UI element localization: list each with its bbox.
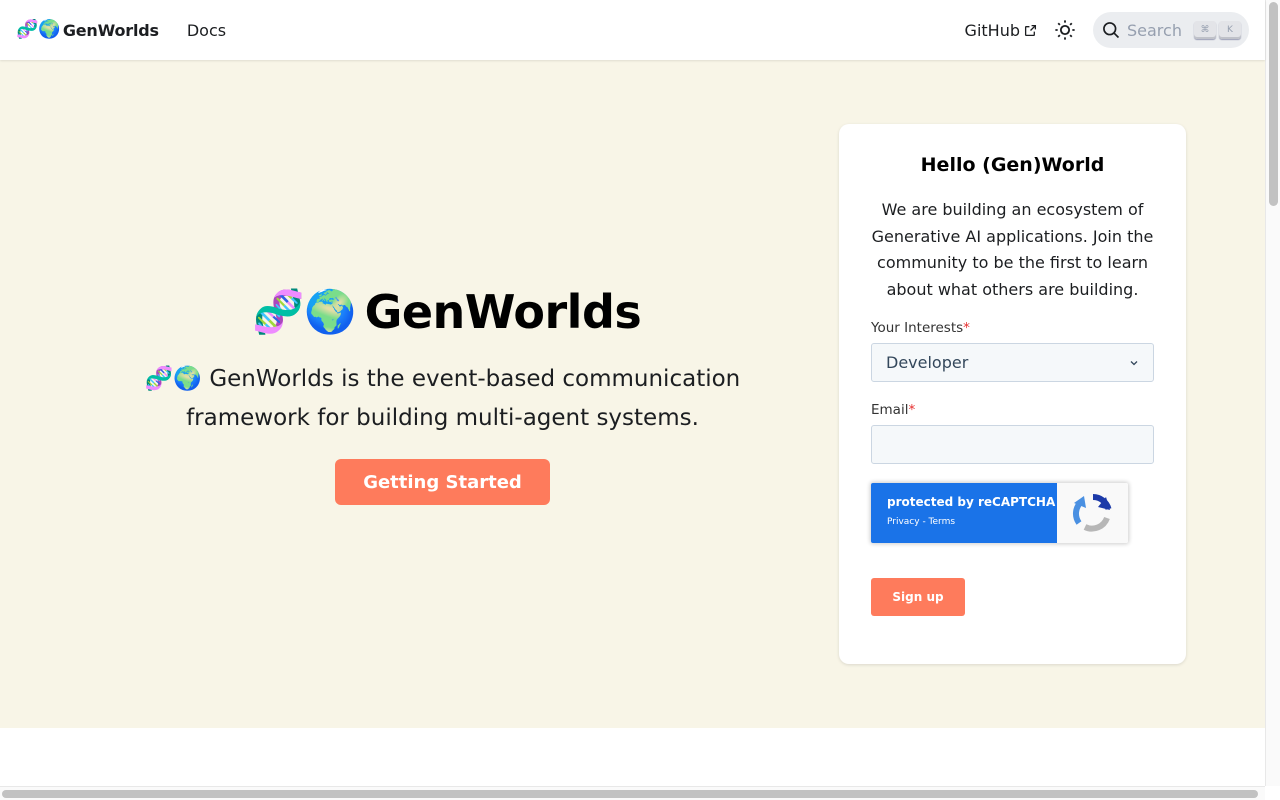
- horizontal-scrollbar-thumb[interactable]: [2, 790, 1258, 798]
- hero-title-text: GenWorlds: [364, 285, 642, 339]
- nav-docs-link[interactable]: Docs: [187, 21, 226, 40]
- kbd-command: ⌘: [1194, 21, 1216, 39]
- vertical-scrollbar[interactable]: [1265, 0, 1280, 786]
- github-label: GitHub: [964, 20, 1020, 40]
- navbar: 🧬🌍 GenWorlds Docs GitHub Search ⌘ K: [0, 0, 1265, 60]
- kbd-k: K: [1219, 21, 1241, 39]
- interests-select[interactable]: Developer: [871, 343, 1154, 382]
- nav-github-link[interactable]: GitHub: [965, 21, 1037, 40]
- signup-card: Hello (Gen)World We are building an ecos…: [839, 124, 1186, 664]
- brand-logo-icon: 🧬🌍: [16, 19, 61, 40]
- search-icon: [1103, 22, 1120, 39]
- vertical-scrollbar-thumb[interactable]: [1269, 2, 1278, 206]
- theme-toggle-button[interactable]: [1053, 18, 1077, 42]
- interests-label-text: Your Interests: [871, 320, 964, 336]
- search-placeholder: Search: [1127, 20, 1182, 40]
- hero-section: 🧬🌍 GenWorlds 🧬🌍 GenWorlds is the event-b…: [0, 60, 1265, 728]
- getting-started-button[interactable]: Getting Started: [335, 459, 550, 505]
- required-mark: *: [963, 320, 970, 336]
- search-button[interactable]: Search ⌘ K: [1093, 12, 1249, 48]
- chevron-down-icon: [1130, 360, 1138, 365]
- recaptcha-links[interactable]: Privacy - Terms: [887, 517, 1057, 527]
- interests-label: Your Interests*: [871, 320, 970, 336]
- sun-icon: [1055, 20, 1075, 40]
- interests-value: Developer: [886, 353, 969, 372]
- email-label: Email*: [871, 402, 915, 418]
- email-label-text: Email: [871, 402, 909, 418]
- search-shortcut: ⌘ K: [1194, 21, 1241, 39]
- horizontal-scrollbar[interactable]: [0, 786, 1265, 800]
- recaptcha-info: protected by reCAPTCHA Privacy - Terms: [871, 483, 1057, 543]
- brand-name: GenWorlds: [62, 20, 159, 40]
- navbar-right: GitHub Search ⌘ K: [965, 12, 1249, 48]
- hero-title: 🧬🌍 GenWorlds: [252, 282, 642, 342]
- email-field[interactable]: [871, 425, 1154, 464]
- brand-link[interactable]: 🧬🌍 GenWorlds: [16, 21, 159, 40]
- recaptcha-icon: [1072, 494, 1111, 532]
- recaptcha-text: protected by reCAPTCHA: [887, 495, 1056, 509]
- signup-description: We are building an ecosystem of Generati…: [871, 200, 1154, 299]
- sign-up-button[interactable]: Sign up: [871, 578, 965, 616]
- hero-subtitle: 🧬🌍 GenWorlds is the event-based communic…: [144, 366, 741, 431]
- external-link-icon: [1024, 24, 1037, 36]
- hero-logo-icon: 🧬🌍: [252, 287, 357, 336]
- recaptcha-badge[interactable]: protected by reCAPTCHA Privacy - Terms: [871, 483, 1128, 543]
- signup-title: Hello (Gen)World: [920, 154, 1105, 176]
- required-mark: *: [908, 402, 916, 418]
- recaptcha-logo: [1057, 483, 1128, 543]
